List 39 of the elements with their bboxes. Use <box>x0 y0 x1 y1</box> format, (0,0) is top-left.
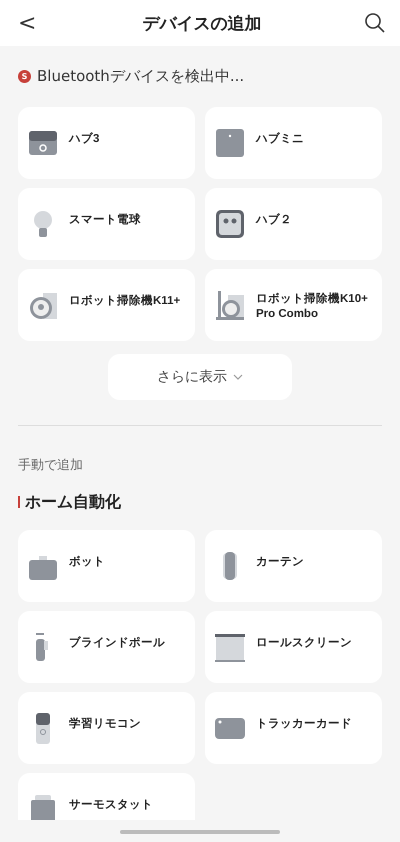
device-card[interactable]: カーテン <box>205 530 382 602</box>
device-card[interactable]: ハブミニ <box>205 107 382 179</box>
device-card[interactable]: ロボット掃除機K10+ Pro Combo <box>205 269 382 341</box>
device-name: トラッカーカード <box>256 717 352 732</box>
device-card[interactable]: スマート電球 <box>18 188 195 260</box>
device-name: ボット <box>69 554 105 570</box>
device-card[interactable]: サーモスタット <box>18 773 195 820</box>
device-name: ブラインドポール <box>69 635 165 651</box>
device-name: ハブ２ <box>256 212 292 228</box>
show-more-button[interactable]: さらに表示 <box>108 354 292 400</box>
device-name: ロボット掃除機K11+ <box>69 293 180 309</box>
device-card[interactable]: ロボット掃除機K11+ <box>18 269 195 341</box>
device-name: ロールスクリーン <box>256 636 352 651</box>
device-card[interactable]: トラッカーカード <box>205 692 382 764</box>
device-name: カーテン <box>256 555 304 570</box>
roller-shade-icon <box>214 631 246 663</box>
back-button[interactable]: < <box>14 10 40 36</box>
device-name: ハブ3 <box>69 131 100 147</box>
hub-icon <box>214 127 246 159</box>
device-card[interactable]: ハブ２ <box>205 188 382 260</box>
device-name: サーモスタット <box>69 798 153 813</box>
device-card[interactable]: 学習リモコン <box>18 692 195 764</box>
device-card[interactable]: ハブ3 <box>18 107 195 179</box>
scan-badge: S <box>18 70 31 83</box>
device-card[interactable]: ロールスクリーン <box>205 611 382 683</box>
device-card[interactable]: ボット <box>18 530 195 602</box>
hub-icon <box>214 208 246 240</box>
search-icon[interactable] <box>364 12 386 34</box>
robot-vacuum-icon <box>214 289 246 321</box>
manual-add-label: 手動で追加 <box>18 457 84 472</box>
device-name: スマート電球 <box>69 212 141 228</box>
device-name: 学習リモコン <box>69 716 141 732</box>
scanning-text: Bluetoothデバイスを検出中... <box>37 67 244 86</box>
section-heading: ホーム自動化 <box>25 492 121 512</box>
device-card[interactable]: ブラインドポール <box>18 611 195 683</box>
device-name: ハブミニ <box>256 131 304 147</box>
chevron-down-icon <box>233 374 243 380</box>
device-name: ロボット掃除機K10+ Pro Combo <box>256 291 369 322</box>
page-title: デバイスの追加 <box>142 12 262 34</box>
